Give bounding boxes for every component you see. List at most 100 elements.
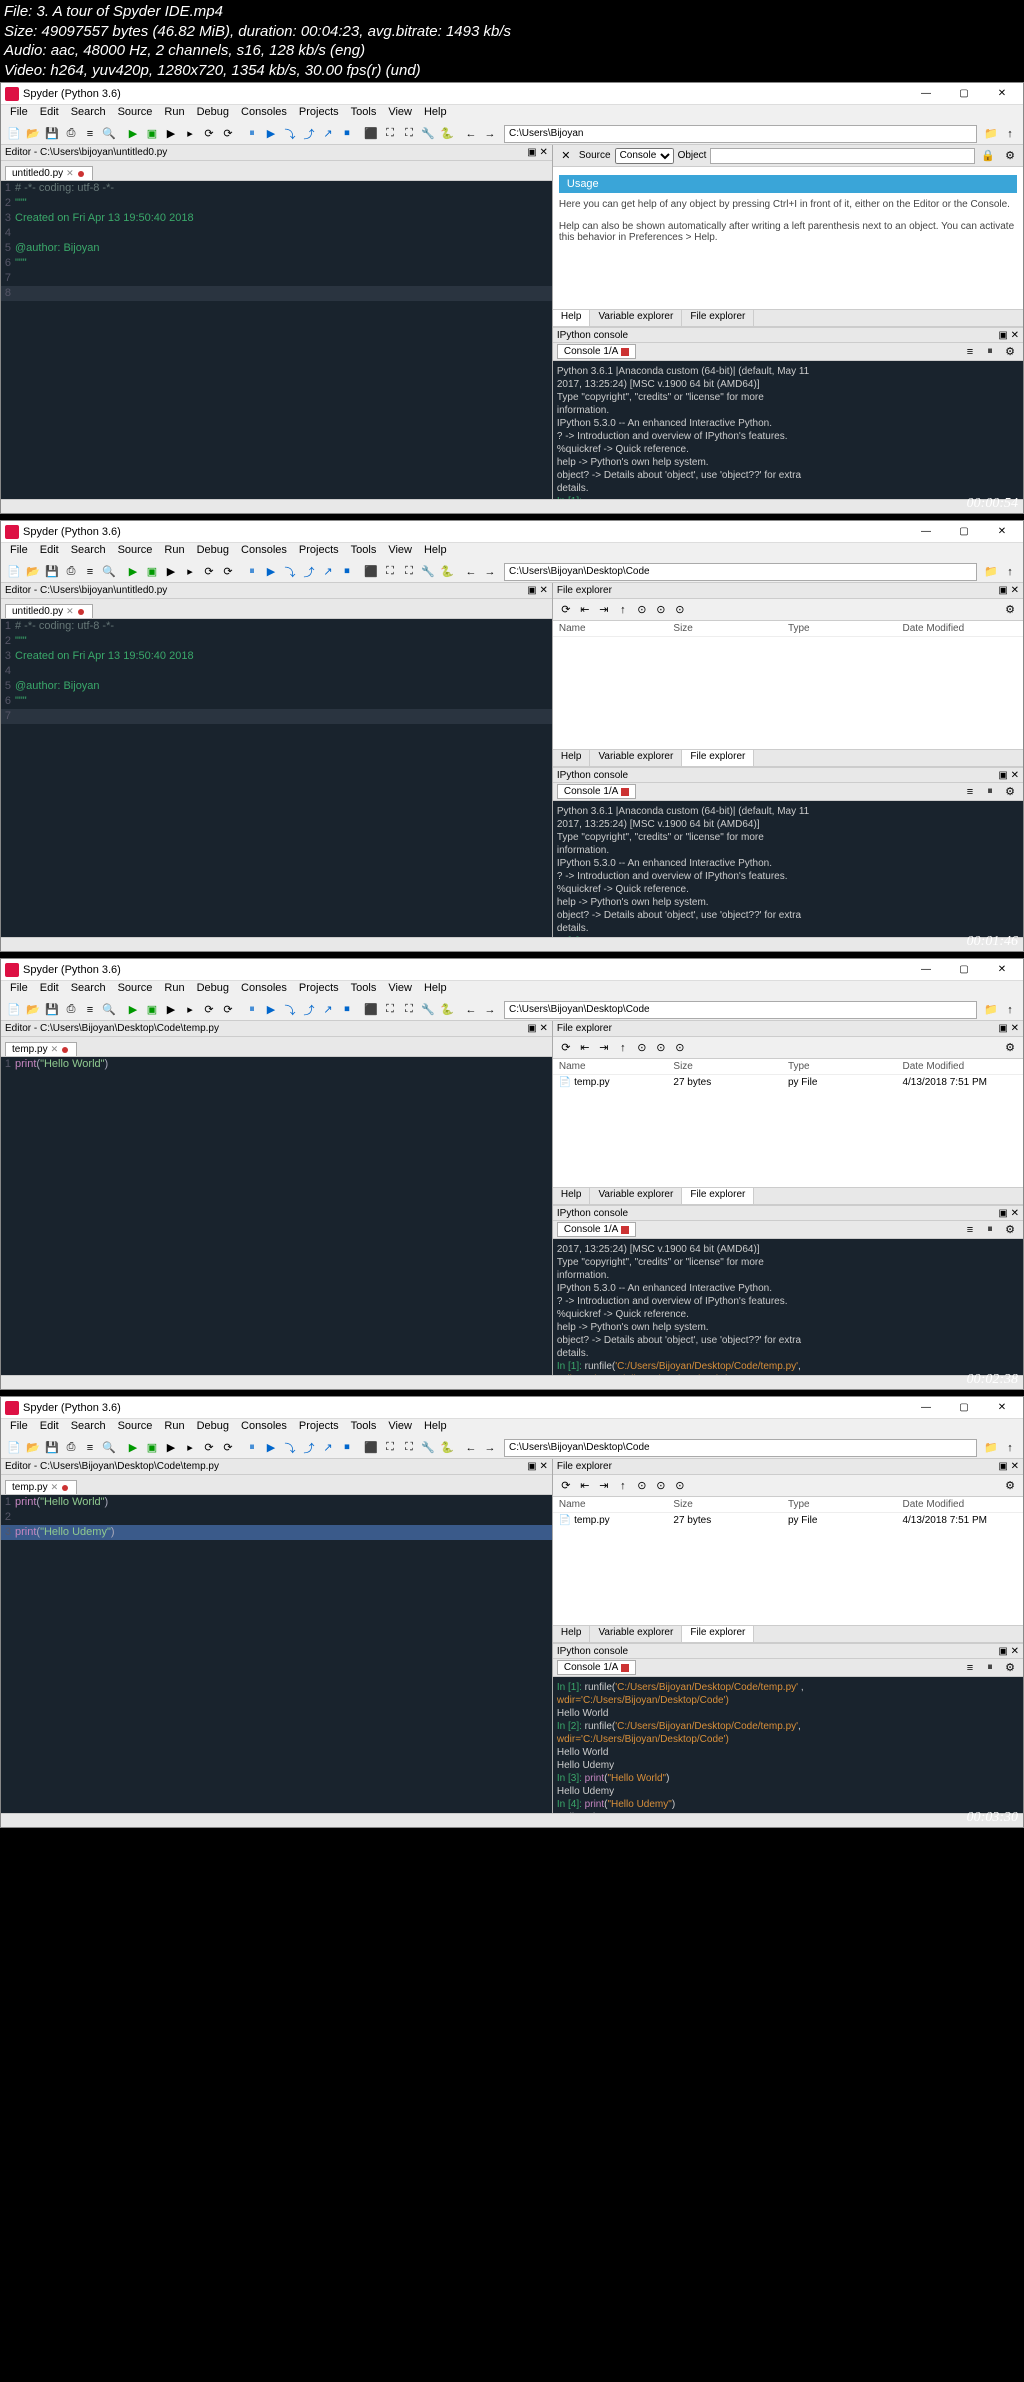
gear-icon[interactable]: ⚙ bbox=[1001, 1039, 1019, 1057]
up-button[interactable]: ↑ bbox=[1001, 1439, 1019, 1457]
menu-view[interactable]: View bbox=[383, 543, 417, 561]
menu-run[interactable]: Run bbox=[159, 1419, 189, 1437]
close-tab-icon[interactable]: ✕ bbox=[66, 168, 74, 179]
toolbar-btn-24[interactable]: 🔧 bbox=[419, 125, 437, 143]
toolbar-btn-10[interactable]: ▸ bbox=[181, 1001, 199, 1019]
console-tab[interactable]: Console 1/A bbox=[557, 344, 636, 359]
menu-consoles[interactable]: Consoles bbox=[236, 543, 292, 561]
panetab-help[interactable]: Help bbox=[553, 1188, 591, 1204]
gear-icon[interactable]: ⚙ bbox=[1001, 147, 1019, 165]
toolbar-btn-16[interactable]: ⤵ bbox=[281, 563, 299, 581]
toolbar-btn-25[interactable]: 🐍 bbox=[438, 125, 456, 143]
toolbar-btn-16[interactable]: ⤵ bbox=[281, 125, 299, 143]
max-button[interactable]: ▢ bbox=[947, 85, 981, 103]
console-btn[interactable]: ⏸ bbox=[981, 343, 999, 361]
menu-file[interactable]: File bbox=[5, 981, 33, 999]
toolbar-btn-4[interactable]: ≡ bbox=[81, 1001, 99, 1019]
close-tab-icon[interactable]: ✕ bbox=[66, 606, 74, 617]
toolbar-btn-14[interactable]: ⏸ bbox=[243, 563, 261, 581]
toolbar-btn-27[interactable]: ← bbox=[462, 563, 480, 581]
panetab-fileexp[interactable]: File explorer bbox=[682, 750, 754, 766]
close-button[interactable]: ✕ bbox=[985, 523, 1019, 541]
min-button[interactable]: — bbox=[909, 961, 943, 979]
toolbar-btn-24[interactable]: 🔧 bbox=[419, 1439, 437, 1457]
toolbar-btn-0[interactable]: 📄 bbox=[5, 125, 23, 143]
panetab-help[interactable]: Help bbox=[553, 750, 591, 766]
panetab-varexp[interactable]: Variable explorer bbox=[590, 1626, 682, 1642]
toolbar-btn-17[interactable]: ⤴ bbox=[300, 125, 318, 143]
toolbar-btn-27[interactable]: ← bbox=[462, 1001, 480, 1019]
toolbar-btn-21[interactable]: ⬛ bbox=[362, 1001, 380, 1019]
menu-consoles[interactable]: Consoles bbox=[236, 981, 292, 999]
toolbar-btn-9[interactable]: ▶ bbox=[162, 563, 180, 581]
toolbar-btn-25[interactable]: 🐍 bbox=[438, 1439, 456, 1457]
panetab-varexp[interactable]: Variable explorer bbox=[590, 750, 682, 766]
toolbar-btn-7[interactable]: ▶ bbox=[124, 1439, 142, 1457]
menu-edit[interactable]: Edit bbox=[35, 1419, 64, 1437]
toolbar-btn-4[interactable]: ≡ bbox=[81, 563, 99, 581]
gear-icon[interactable]: ⚙ bbox=[1001, 601, 1019, 619]
panetab-varexp[interactable]: Variable explorer bbox=[590, 310, 682, 326]
menu-projects[interactable]: Projects bbox=[294, 1419, 344, 1437]
min-button[interactable]: — bbox=[909, 523, 943, 541]
menu-run[interactable]: Run bbox=[159, 981, 189, 999]
toolbar-btn-22[interactable]: ⛶ bbox=[381, 1439, 399, 1457]
toolbar-btn-16[interactable]: ⤵ bbox=[281, 1001, 299, 1019]
toolbar-btn-5[interactable]: 🔍 bbox=[100, 125, 118, 143]
toolbar-btn-22[interactable]: ⛶ bbox=[381, 125, 399, 143]
toolbar-btn-24[interactable]: 🔧 bbox=[419, 1001, 437, 1019]
toolbar-btn-18[interactable]: ↗ bbox=[319, 1001, 337, 1019]
toolbar-btn-17[interactable]: ⤴ bbox=[300, 1001, 318, 1019]
menu-file[interactable]: File bbox=[5, 105, 33, 123]
fileexp-btn[interactable]: ⟳ bbox=[557, 1039, 575, 1057]
menu-help[interactable]: Help bbox=[419, 105, 452, 123]
menu-source[interactable]: Source bbox=[113, 1419, 158, 1437]
menu-edit[interactable]: Edit bbox=[35, 981, 64, 999]
menu-debug[interactable]: Debug bbox=[192, 981, 234, 999]
menu-run[interactable]: Run bbox=[159, 543, 189, 561]
console-btn[interactable]: ≡ bbox=[961, 1659, 979, 1677]
object-input[interactable] bbox=[710, 148, 975, 164]
editor-tab[interactable]: untitled0.py✕ bbox=[5, 604, 93, 618]
max-button[interactable]: ▢ bbox=[947, 961, 981, 979]
ipython-console[interactable]: Python 3.6.1 |Anaconda custom (64-bit)| … bbox=[553, 361, 1023, 499]
up-button[interactable]: ↑ bbox=[1001, 1001, 1019, 1019]
toolbar-btn-25[interactable]: 🐍 bbox=[438, 563, 456, 581]
toolbar-btn-16[interactable]: ⤵ bbox=[281, 1439, 299, 1457]
browse-button[interactable]: 📁 bbox=[982, 1001, 1000, 1019]
browse-button[interactable]: 📁 bbox=[982, 563, 1000, 581]
toolbar-btn-7[interactable]: ▶ bbox=[124, 1001, 142, 1019]
toolbar-btn-4[interactable]: ≡ bbox=[81, 125, 99, 143]
menu-tools[interactable]: Tools bbox=[346, 981, 382, 999]
console-tab[interactable]: Console 1/A bbox=[557, 1660, 636, 1675]
menu-source[interactable]: Source bbox=[113, 981, 158, 999]
fileexp-btn[interactable]: ⟳ bbox=[557, 1477, 575, 1495]
menu-tools[interactable]: Tools bbox=[346, 105, 382, 123]
toolbar-btn-27[interactable]: ← bbox=[462, 125, 480, 143]
toolbar-btn-11[interactable]: ⟳ bbox=[200, 1439, 218, 1457]
toolbar-btn-2[interactable]: 💾 bbox=[43, 1439, 61, 1457]
toolbar-btn-28[interactable]: → bbox=[481, 1439, 499, 1457]
console-btn[interactable]: ≡ bbox=[961, 783, 979, 801]
toolbar-btn-22[interactable]: ⛶ bbox=[381, 1001, 399, 1019]
toolbar-btn-23[interactable]: ⛶ bbox=[400, 563, 418, 581]
menu-help[interactable]: Help bbox=[419, 1419, 452, 1437]
menu-debug[interactable]: Debug bbox=[192, 1419, 234, 1437]
fileexp-btn[interactable]: ⊙ bbox=[633, 1039, 651, 1057]
toolbar-btn-11[interactable]: ⟳ bbox=[200, 1001, 218, 1019]
toolbar-btn-15[interactable]: ▶ bbox=[262, 1439, 280, 1457]
toolbar-btn-19[interactable]: ⏹ bbox=[338, 1439, 356, 1457]
fileexp-btn[interactable]: ⊙ bbox=[633, 1477, 651, 1495]
toolbar-btn-4[interactable]: ≡ bbox=[81, 1439, 99, 1457]
toolbar-btn-1[interactable]: 📂 bbox=[24, 1439, 42, 1457]
menu-file[interactable]: File bbox=[5, 1419, 33, 1437]
menu-search[interactable]: Search bbox=[66, 543, 111, 561]
fileexp-btn[interactable]: ⇥ bbox=[595, 601, 613, 619]
menu-debug[interactable]: Debug bbox=[192, 543, 234, 561]
toolbar-btn-23[interactable]: ⛶ bbox=[400, 1001, 418, 1019]
toolbar-btn-7[interactable]: ▶ bbox=[124, 563, 142, 581]
toolbar-btn-9[interactable]: ▶ bbox=[162, 1001, 180, 1019]
console-btn[interactable]: ⚙ bbox=[1001, 1659, 1019, 1677]
menu-edit[interactable]: Edit bbox=[35, 105, 64, 123]
toolbar-btn-10[interactable]: ▸ bbox=[181, 1439, 199, 1457]
